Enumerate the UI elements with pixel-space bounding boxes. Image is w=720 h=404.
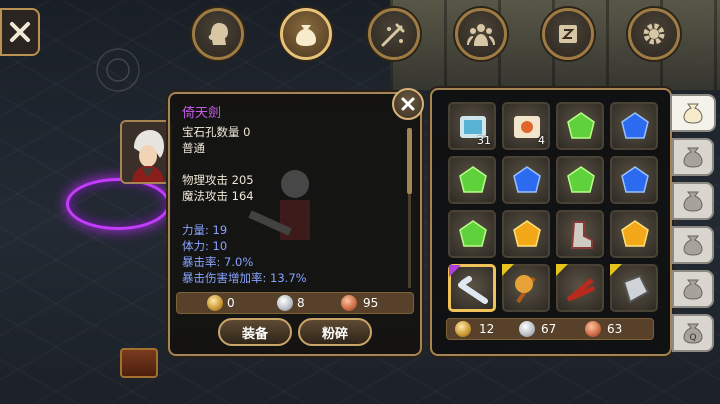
bag-tab-1[interactable] <box>670 94 716 132</box>
inventory-slot[interactable] <box>610 156 658 204</box>
equip-button[interactable]: 装备 <box>218 318 292 346</box>
inventory-slot[interactable] <box>610 102 658 150</box>
item-detail-panel: 倚天劍 宝石孔数量 0 普通 物理攻击 205 魔法攻击 164 力量: 19 … <box>168 92 422 356</box>
green-gem-icon <box>459 166 487 193</box>
inventory-slot[interactable] <box>556 210 604 258</box>
tab-skills[interactable] <box>368 8 420 60</box>
item-quantity: 31 <box>477 134 491 147</box>
close-detail-button[interactable] <box>392 88 424 120</box>
bag-icon <box>683 191 703 212</box>
money-bar: 12 67 63 <box>446 318 654 340</box>
close-icon <box>10 22 30 42</box>
bag-tab-3[interactable] <box>672 182 714 220</box>
inventory-slot[interactable] <box>556 264 604 312</box>
treasure-chest <box>120 348 158 378</box>
inventory-slot[interactable] <box>448 264 496 312</box>
inventory-slot[interactable] <box>556 102 604 150</box>
gear-icon <box>643 23 665 45</box>
gauntlet-icon <box>622 274 650 304</box>
crit-rate-bonus: 暴击率: 7.0% <box>182 255 254 269</box>
price-silver: 8 <box>297 296 305 310</box>
price-gold: 0 <box>227 296 235 310</box>
inventory-slot[interactable] <box>556 156 604 204</box>
item-name: 倚天劍 <box>182 106 222 121</box>
item-quantity: 4 <box>538 134 545 147</box>
yellow-gem-icon <box>513 220 541 247</box>
sword-sparkle-icon <box>381 23 405 47</box>
close-icon <box>401 97 415 111</box>
green-gem-icon <box>459 220 487 247</box>
blue-gem-icon <box>513 166 541 193</box>
inventory-slot[interactable]: 4 <box>502 102 550 150</box>
sword-icon <box>458 276 488 304</box>
crit-damage-bonus: 暴击伤害增加率: 13.7% <box>182 271 307 285</box>
head-silhouette-icon <box>208 23 228 45</box>
close-menu-button[interactable] <box>0 8 40 56</box>
cobweb-decoration <box>78 40 158 100</box>
gold-coin-icon <box>207 295 223 311</box>
price-copper: 95 <box>363 296 379 310</box>
item-quality: 普通 <box>182 141 205 155</box>
strength-bonus: 力量: 19 <box>182 223 228 237</box>
quest-bag-icon: Q <box>683 323 703 344</box>
bag-tab-2[interactable] <box>672 138 714 176</box>
inventory-slot[interactable] <box>502 156 550 204</box>
inventory-slot[interactable] <box>448 156 496 204</box>
bag-tab-4[interactable] <box>672 226 714 264</box>
inventory-slot[interactable]: 31 <box>448 102 496 150</box>
bag-icon <box>683 235 703 256</box>
green-gem-icon <box>567 112 595 139</box>
character-magic-circle <box>66 178 170 230</box>
money-silver: 67 <box>541 322 557 336</box>
inventory-slot[interactable] <box>502 264 550 312</box>
magic-attack-stat: 魔法攻击 164 <box>182 189 254 203</box>
copper-coin-icon <box>585 321 601 337</box>
tab-inventory[interactable] <box>280 8 332 60</box>
tab-party[interactable] <box>455 8 507 60</box>
claw-icon <box>566 278 596 302</box>
inventory-slot[interactable] <box>610 210 658 258</box>
tab-quests[interactable] <box>542 8 594 60</box>
inventory-slot[interactable] <box>448 210 496 258</box>
tab-character[interactable] <box>192 8 244 60</box>
scroll-icon <box>559 25 577 43</box>
bag-icon <box>683 279 703 300</box>
bag-tab-5[interactable] <box>672 270 714 308</box>
gem-slot-count: 宝石孔数量 0 <box>182 125 251 139</box>
avatar <box>122 122 170 182</box>
boots-icon <box>570 221 593 249</box>
bag-icon <box>683 147 703 168</box>
silver-coin-icon <box>519 321 535 337</box>
bag-icon <box>683 103 703 124</box>
green-gem-icon <box>567 166 595 193</box>
axe-icon <box>515 275 536 304</box>
quest-label: Q <box>689 333 696 343</box>
yellow-gem-icon <box>621 220 649 247</box>
bag-icon <box>296 25 316 46</box>
detail-scroll-thumb[interactable] <box>407 128 412 194</box>
silver-coin-icon <box>277 295 293 311</box>
copper-coin-icon <box>341 295 357 311</box>
inventory-slot[interactable] <box>610 264 658 312</box>
money-gold: 12 <box>479 322 495 336</box>
item-price-bar: 0 8 95 <box>176 292 414 314</box>
inventory-slot[interactable] <box>502 210 550 258</box>
money-copper: 63 <box>607 322 623 336</box>
equipment-silhouette <box>248 170 310 240</box>
party-icon <box>467 24 495 46</box>
blue-gem-icon <box>621 166 649 193</box>
smash-button[interactable]: 粉碎 <box>298 318 372 346</box>
gold-coin-icon <box>455 321 471 337</box>
tab-settings[interactable] <box>628 8 680 60</box>
stamina-bonus: 体力: 10 <box>182 239 228 253</box>
blue-gem-icon <box>621 112 649 139</box>
physical-attack-stat: 物理攻击 205 <box>182 173 254 187</box>
bag-tab-6[interactable]: Q <box>672 314 714 352</box>
character-portrait[interactable] <box>120 120 172 184</box>
